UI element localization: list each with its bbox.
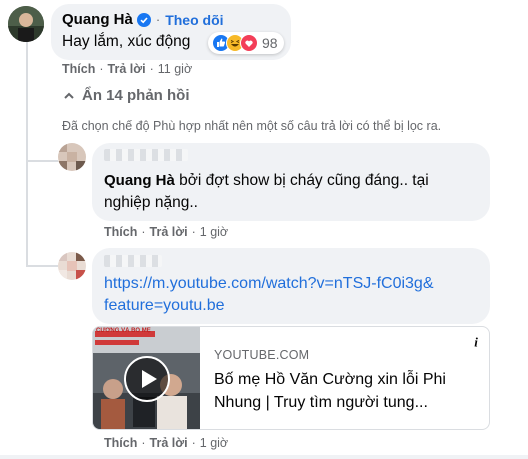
comment-author[interactable]: Quang Hà	[62, 11, 133, 28]
reply-text: Quang Hà bởi đợt show bị cháy cũng đáng.…	[104, 170, 474, 214]
bottom-divider	[0, 455, 528, 459]
link-preview-card[interactable]: CƯỜNG VÀ BỐ MẸ YOUTUBE.COM Bố mẹ Hồ Văn …	[92, 326, 490, 430]
preview-title: Bố mẹ Hồ Văn Cường xin lỗi Phi Nhung | T…	[214, 371, 446, 411]
comment-timestamp[interactable]: 11 giờ	[158, 62, 192, 76]
preview-domain: YOUTUBE.COM	[214, 348, 310, 362]
thread-line-down	[26, 160, 28, 265]
separator-dot: ·	[155, 12, 161, 27]
info-icon[interactable]: i	[467, 333, 485, 351]
reaction-count: 98	[262, 35, 278, 51]
svg-text:i: i	[474, 335, 478, 350]
play-icon[interactable]	[124, 356, 170, 402]
reply-button[interactable]: Trả lời	[150, 225, 188, 239]
mention-tag[interactable]: Quang Hà	[104, 172, 175, 189]
follow-button[interactable]: Theo dõi	[165, 12, 223, 28]
like-button[interactable]: Thích	[62, 62, 95, 76]
reactions-summary[interactable]: 98	[208, 32, 284, 54]
like-button[interactable]: Thích	[104, 436, 137, 450]
avatar[interactable]	[58, 143, 86, 171]
reply-timestamp[interactable]: 1 giờ	[200, 436, 228, 450]
hide-replies-label: Ẩn 14 phản hồi	[82, 87, 190, 104]
verified-badge-icon	[136, 12, 151, 27]
hide-replies-button[interactable]: Ẩn 14 phản hồi	[62, 87, 190, 104]
like-button[interactable]: Thích	[104, 225, 137, 239]
youtube-link[interactable]: https://m.youtube.com/watch?v=nTSJ-fC0i3…	[104, 273, 484, 317]
reply-timestamp[interactable]: 1 giờ	[200, 225, 228, 239]
thumb-caption: CƯỜNG VÀ BỐ MẸ	[96, 328, 151, 334]
avatar[interactable]	[8, 6, 44, 42]
avatar[interactable]	[58, 252, 86, 280]
reply-author-name[interactable]	[104, 255, 162, 267]
love-reaction-icon	[240, 34, 258, 52]
chevron-up-icon	[62, 89, 76, 103]
filter-notice: Đã chọn chế độ Phù hợp nhất nên một số c…	[62, 119, 442, 133]
reply-author-name[interactable]	[104, 149, 188, 161]
comment-text: Hay lắm, xúc động	[62, 33, 191, 50]
thread-line-main	[26, 42, 28, 162]
thread-line-reply1	[26, 160, 58, 162]
thread-line-reply2	[26, 265, 58, 267]
reply-button[interactable]: Trả lời	[150, 436, 188, 450]
reply-button[interactable]: Trả lời	[108, 62, 146, 76]
